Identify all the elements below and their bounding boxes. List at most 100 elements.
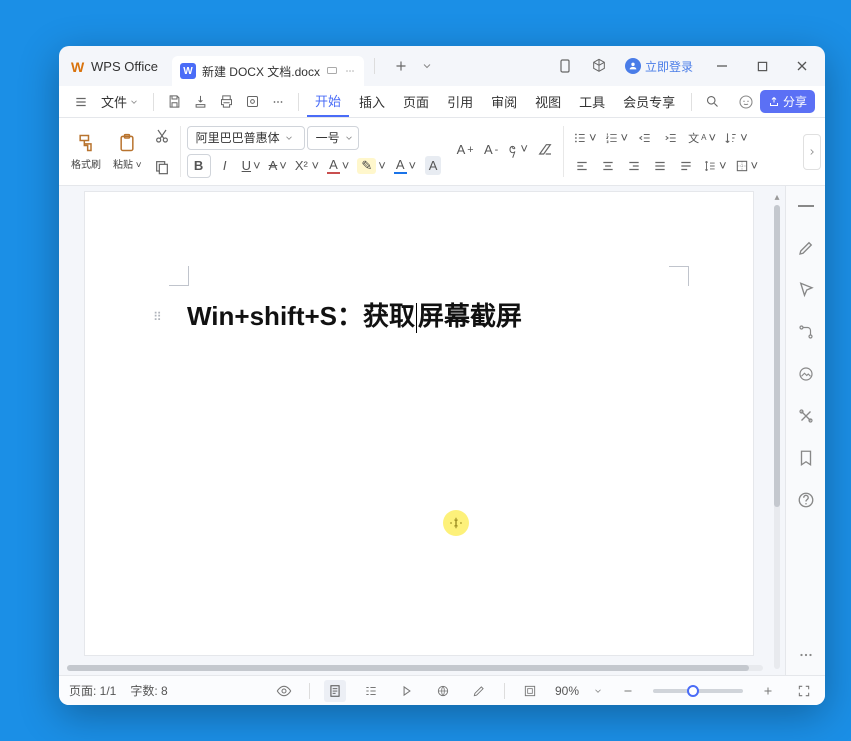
borders-button[interactable]: ˅	[732, 154, 762, 178]
numbering-button[interactable]: ˅	[602, 126, 632, 150]
print-icon[interactable]	[214, 90, 238, 114]
statusbar: 页面: 1/1 字数: 8 90%	[59, 675, 825, 705]
right-sidebar	[785, 186, 825, 675]
file-menu[interactable]: 文件	[95, 92, 145, 111]
eye-icon[interactable]	[273, 680, 295, 702]
cut-button[interactable]	[150, 124, 174, 148]
decrease-indent-button[interactable]	[633, 126, 657, 150]
format-painter-group[interactable]: 格式刷	[67, 122, 105, 181]
change-case-button[interactable]: ᪄ ˅	[505, 138, 531, 162]
tools-icon[interactable]	[794, 404, 818, 428]
zoom-dropdown-icon[interactable]	[593, 686, 603, 696]
paste-group[interactable]: 粘贴 ˅	[109, 122, 146, 181]
vertical-scrollbar[interactable]: ▴	[771, 192, 783, 669]
ribbon-expand-button[interactable]	[803, 134, 821, 170]
fit-page-button[interactable]	[519, 680, 541, 702]
hscroll-thumb[interactable]	[67, 665, 749, 671]
device-icon[interactable]	[551, 52, 579, 80]
superscript-button[interactable]: X² ˅	[292, 154, 322, 178]
strike-button[interactable]: A ˅	[266, 154, 290, 178]
content-area: ⠿ Win+shift+S：获取屏幕截屏 ▴	[59, 186, 825, 675]
tab-tools[interactable]: 工具	[571, 86, 613, 117]
bookmark-icon[interactable]	[794, 446, 818, 470]
fullscreen-button[interactable]	[793, 680, 815, 702]
tab-start[interactable]: 开始	[307, 86, 349, 117]
zoom-level[interactable]: 90%	[555, 684, 579, 698]
italic-button[interactable]: I	[213, 154, 237, 178]
web-view-button[interactable]	[432, 680, 454, 702]
margin-corner-tr	[669, 266, 689, 286]
tab-insert[interactable]: 插入	[351, 86, 393, 117]
preview-icon[interactable]	[240, 90, 264, 114]
close-button[interactable]	[785, 50, 819, 82]
new-tab-button[interactable]	[387, 52, 415, 80]
underline-button[interactable]: U ˅	[239, 154, 264, 178]
distribute-button[interactable]	[674, 154, 698, 178]
font-color-button[interactable]: A ˅	[324, 154, 352, 178]
tab-review[interactable]: 审阅	[483, 86, 525, 117]
zoom-in-button[interactable]	[757, 680, 779, 702]
help-icon[interactable]	[794, 488, 818, 512]
document-text[interactable]: Win+shift+S：获取屏幕截屏	[187, 296, 522, 333]
line-spacing-button[interactable]: ˅	[700, 154, 730, 178]
font-name-select[interactable]: 阿里巴巴普惠体	[187, 126, 305, 150]
login-button[interactable]: 立即登录	[619, 58, 699, 75]
document-tab[interactable]: W 新建 DOCX 文档.docx	[172, 56, 364, 86]
cursor-icon[interactable]	[794, 278, 818, 302]
tab-reference[interactable]: 引用	[439, 86, 481, 117]
more-icon[interactable]	[266, 90, 290, 114]
margin-corner-tl	[169, 266, 189, 286]
tab-view[interactable]: 视图	[527, 86, 569, 117]
more-dots-icon[interactable]	[794, 643, 818, 667]
paragraph-handle-icon[interactable]: ⠿	[153, 310, 162, 324]
ai-icon[interactable]	[734, 90, 758, 114]
bold-button[interactable]: B	[187, 154, 211, 178]
maximize-button[interactable]	[745, 50, 779, 82]
outline-view-button[interactable]	[360, 680, 382, 702]
bullets-button[interactable]: ˅	[570, 126, 600, 150]
increase-indent-button[interactable]	[659, 126, 683, 150]
copy-button[interactable]	[150, 155, 174, 179]
minus-icon[interactable]	[794, 194, 818, 218]
share-button[interactable]: 分享	[760, 90, 815, 113]
align-justify-button[interactable]	[648, 154, 672, 178]
page-view-button[interactable]	[324, 680, 346, 702]
flow-icon[interactable]	[794, 320, 818, 344]
align-center-button[interactable]	[596, 154, 620, 178]
paste-icon	[116, 132, 138, 154]
align-left-button[interactable]	[570, 154, 594, 178]
minimize-button[interactable]	[705, 50, 739, 82]
image-icon[interactable]	[794, 362, 818, 386]
font-size-select[interactable]: 一号	[307, 126, 359, 150]
export-icon[interactable]	[188, 90, 212, 114]
grow-font-button[interactable]: A+	[453, 138, 477, 162]
zoom-out-button[interactable]	[617, 680, 639, 702]
shrink-font-button[interactable]: A-	[479, 138, 503, 162]
hamburger-icon[interactable]	[69, 90, 93, 114]
pen-icon[interactable]	[794, 236, 818, 260]
zoom-slider[interactable]	[653, 689, 743, 693]
text-color-button[interactable]: A ˅	[391, 154, 419, 178]
text-direction-button[interactable]: 文A ˅	[685, 126, 719, 150]
tab-member[interactable]: 会员专享	[615, 86, 683, 117]
search-icon[interactable]	[700, 90, 724, 114]
text-caret	[416, 303, 417, 333]
tab-page[interactable]: 页面	[395, 86, 437, 117]
vscroll-thumb[interactable]	[774, 205, 780, 507]
sort-button[interactable]: ˅	[721, 126, 751, 150]
shading-button[interactable]: A	[421, 154, 445, 178]
save-icon[interactable]	[162, 90, 186, 114]
horizontal-scrollbar[interactable]	[59, 661, 771, 675]
zoom-knob[interactable]	[687, 685, 699, 697]
tab-dropdown-icon[interactable]	[421, 60, 433, 72]
read-view-button[interactable]	[396, 680, 418, 702]
highlight-button[interactable]: ✎ ˅	[354, 154, 389, 178]
word-count[interactable]: 字数: 8	[130, 682, 167, 699]
align-right-button[interactable]	[622, 154, 646, 178]
edit-mode-button[interactable]	[468, 680, 490, 702]
document-page[interactable]: ⠿ Win+shift+S：获取屏幕截屏	[85, 192, 753, 655]
page-indicator[interactable]: 页面: 1/1	[69, 682, 116, 699]
scroll-up-icon[interactable]: ▴	[774, 192, 779, 203]
cube-icon[interactable]	[585, 52, 613, 80]
clear-format-button[interactable]	[533, 138, 557, 162]
